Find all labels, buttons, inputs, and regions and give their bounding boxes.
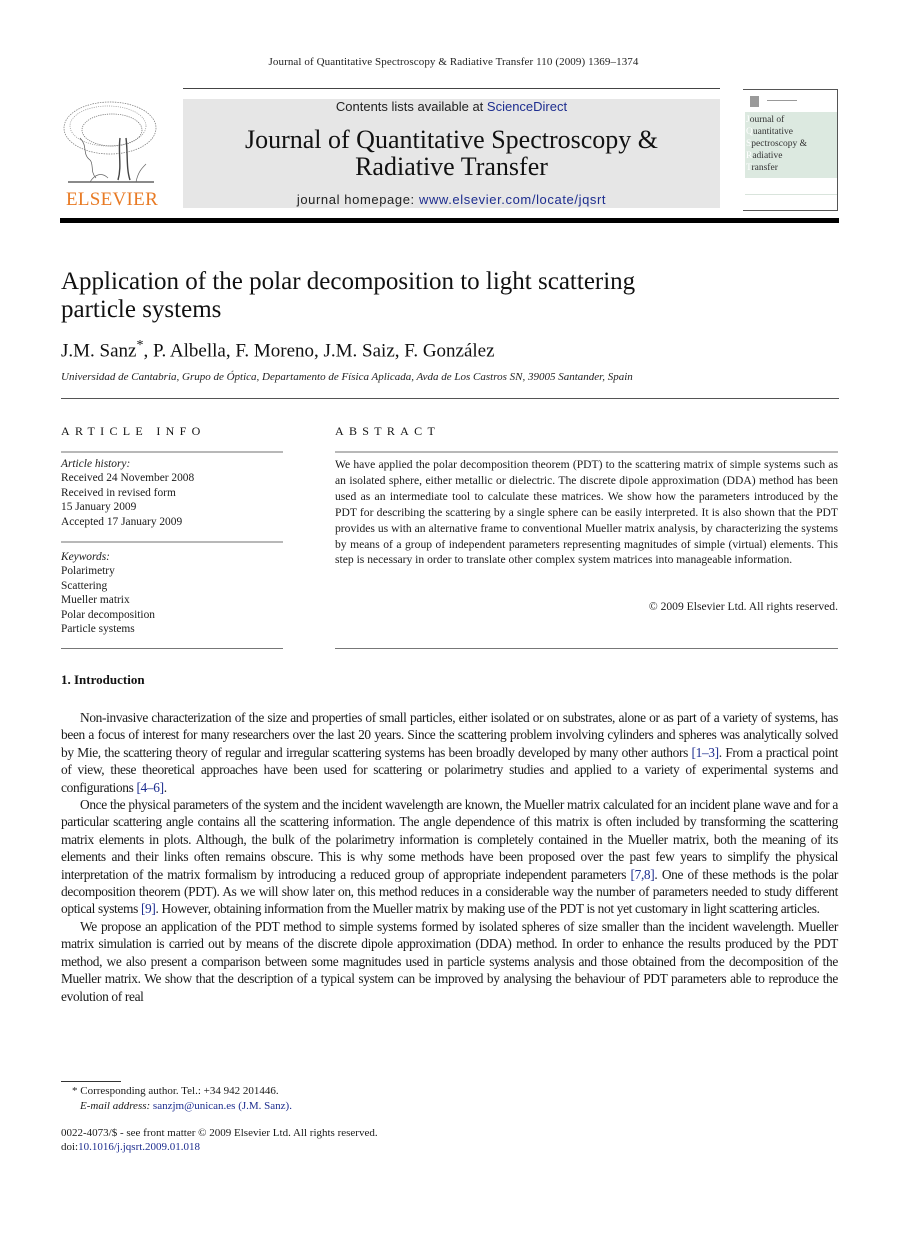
article-info-heading: ARTICLE INFO [61,424,206,438]
homepage-line: journal homepage: www.elsevier.com/locat… [183,192,720,207]
paragraph: We propose an application of the PDT met… [61,918,838,1004]
masthead-top-rule [183,88,720,89]
citation-link[interactable]: [7,8] [630,867,654,882]
history-item: Accepted 17 January 2009 [61,515,183,528]
keyword: Particle systems [61,623,135,636]
footnote-rule [61,1081,121,1082]
keyword: Polar decomposition [61,608,155,621]
author-others: , P. Albella, F. Moreno, J.M. Saiz, F. G… [143,340,495,362]
doi-link[interactable]: 10.1016/j.jqsrt.2009.01.018 [78,1141,200,1153]
homepage-prefix: journal homepage: [296,192,419,207]
keywords-label: Keywords: [61,551,110,563]
journal-cover-thumbnail: Journal of Quantitative Spectroscopy & R… [743,89,838,211]
abstract-rule [335,451,838,453]
email-footnote: E-mail address: sanzjm@unican.es (J.M. S… [80,1099,292,1114]
elsevier-logo: ELSEVIER [60,98,162,210]
affiliation: Universidad de Cantabria, Grupo de Óptic… [61,371,633,383]
keyword: Mueller matrix [61,594,130,607]
cover-line: Journal of [746,115,785,125]
article-info-rule [61,451,283,453]
doi-line: doi:10.1016/j.jqsrt.2009.01.018 [61,1140,200,1155]
author-corresponding: J.M. Sanz [61,340,137,362]
masthead-thick-rule [60,218,839,223]
email-label: E-mail address: [80,1100,153,1112]
journal-title-line2: Radiative Transfer [355,152,548,181]
contents-prefix: Contents lists available at [335,99,487,114]
cover-line: Radiative [746,151,783,161]
abstract-heading: ABSTRACT [335,424,441,438]
paragraph: Non-invasive characterization of the siz… [61,710,838,795]
abstract-bottom-rule [335,648,838,649]
journal-title-line1: Journal of Quantitative Spectroscopy & [244,125,659,154]
article-title: Application of the polar decomposition t… [61,268,636,323]
cover-line: Spectroscopy & [746,139,807,149]
article-info-bottom-rule [61,648,283,649]
journal-title: Journal of Quantitative Spectroscopy & R… [183,126,720,180]
section-heading-introduction: 1. Introduction [61,672,145,687]
keywords: Keywords: Polarimetry Scattering Mueller… [61,550,155,636]
email-link[interactable]: sanzjm@unican.es (J.M. Sanz). [153,1100,292,1112]
publisher-wordmark: ELSEVIER [65,189,159,210]
title-block-rule [61,398,839,399]
corresponding-author-footnote: * Corresponding author. Tel.: +34 942 20… [72,1085,279,1097]
author-list: J.M. Sanz*, P. Albella, F. Moreno, J.M. … [61,338,495,362]
keyword: Polarimetry [61,565,115,578]
paragraph: Once the physical parameters of the syst… [61,797,838,917]
abstract-copyright: © 2009 Elsevier Ltd. All rights reserved… [648,600,838,613]
article-history: Article history: Received 24 November 20… [61,457,194,529]
running-head: Journal of Quantitative Spectroscopy & R… [268,56,639,68]
cover-line: Quantitative [746,127,793,137]
abstract-text: We have applied the polar decomposition … [335,458,838,567]
citation-link[interactable]: [1–3] [692,745,720,760]
citation-link[interactable]: [4–6] [136,780,164,795]
doi-prefix: doi: [61,1141,79,1153]
mini-elsevier-icon [750,96,759,107]
citation-link[interactable]: [9] [141,901,156,916]
history-item: Received in revised form [61,486,176,499]
introduction-body: Non-invasive characterization of the siz… [61,709,838,1005]
front-matter-line: 0022-4073/$ - see front matter © 2009 El… [61,1127,378,1139]
keyword: Scattering [61,579,108,592]
cover-divider [767,100,797,101]
sciencedirect-link[interactable]: ScienceDirect [487,99,567,114]
history-item: 15 January 2009 [61,501,137,514]
cover-title: Journal of Quantitative Spectroscopy & R… [746,114,807,174]
contents-line: Contents lists available at ScienceDirec… [183,99,720,114]
history-label: Article history: [61,458,131,470]
history-item: Received 24 November 2008 [61,472,195,485]
cover-line: Transfer [746,163,778,173]
homepage-link[interactable]: www.elsevier.com/locate/jqsrt [419,192,606,207]
article-info-rule [61,541,283,543]
cover-lower-rule [745,194,837,195]
elsevier-tree-icon [63,101,157,183]
